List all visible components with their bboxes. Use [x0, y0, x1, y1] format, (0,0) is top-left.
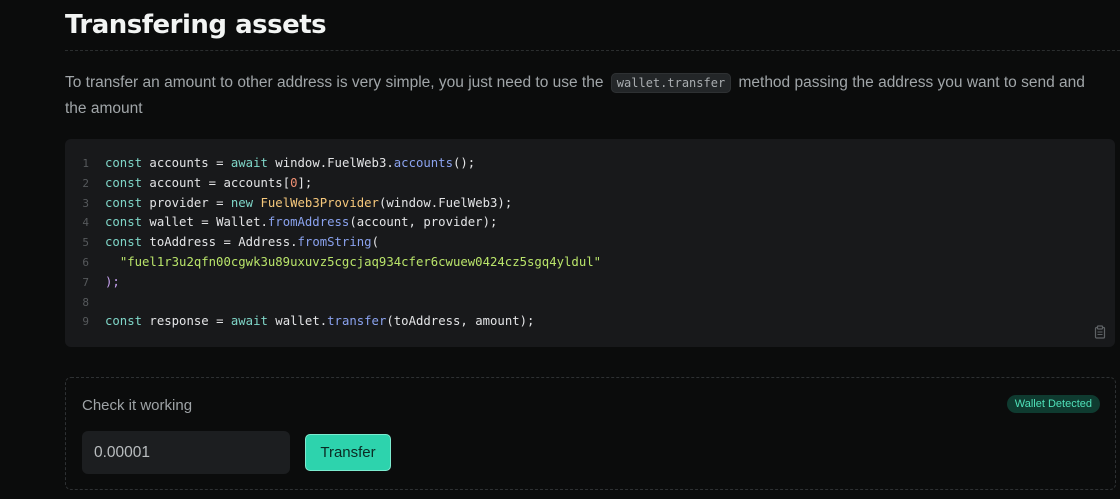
code-token: wallet.: [267, 314, 328, 329]
code-token: const: [105, 156, 143, 170]
code-token: 0: [290, 175, 298, 190]
code-token: provider =: [142, 195, 231, 210]
code-line: 7);: [65, 273, 601, 293]
code-lines: 1 const accounts = await window.FuelWeb3.…: [65, 154, 601, 332]
line-number: 9: [82, 315, 89, 329]
line-number: 4: [82, 216, 89, 230]
demo-panel: Check it working Wallet Detected Transfe…: [65, 377, 1116, 490]
code-token: response =: [142, 314, 231, 329]
demo-title: Check it working: [82, 397, 193, 414]
code-line: 4 const wallet = Wallet.fromAddress(accou…: [65, 213, 601, 233]
code-token: FuelWeb3Provider: [260, 195, 379, 210]
intro-text-before: To transfer an amount to other address i…: [65, 74, 608, 91]
code-line: 2 const account = accounts[0];: [65, 174, 601, 194]
inline-code: wallet.transfer: [610, 73, 732, 93]
code-token: (: [371, 235, 379, 250]
code-token: const: [105, 235, 143, 250]
line-number: 2: [82, 176, 89, 190]
code-token: accounts: [393, 156, 453, 170]
code-token: account = accounts[: [142, 175, 291, 190]
code-token: const: [105, 195, 143, 210]
code-token: (account, provider);: [349, 215, 498, 230]
code-line: 1 const accounts = await window.FuelWeb3.…: [65, 154, 601, 174]
heading-divider: [65, 50, 1120, 51]
code-token: window.FuelWeb3.: [267, 156, 394, 170]
code-token: new: [230, 195, 254, 210]
code-token: ];: [297, 175, 313, 190]
code-token: const: [105, 215, 143, 230]
intro-paragraph: To transfer an amount to other address i…: [65, 70, 1105, 121]
code-token: wallet = Wallet.: [142, 215, 268, 230]
line-number: 3: [82, 196, 89, 210]
code-token: await: [230, 156, 268, 170]
code-token: const: [105, 175, 143, 190]
code-token: transfer: [327, 314, 387, 329]
clipboard-icon[interactable]: [1093, 325, 1107, 339]
code-token: "fuel1r3u2qfn00cgwk3u89uxuvz5cgcjaq934cf…: [119, 254, 602, 269]
code-line: 5 const toAddress = Address.fromString(: [65, 233, 601, 253]
code-line: 6 "fuel1r3u2qfn00cgwk3u89uxuvz5cgcjaq934…: [65, 253, 601, 273]
code-token: ();: [453, 156, 476, 170]
code-token: await: [230, 314, 268, 329]
amount-input[interactable]: [82, 431, 290, 474]
code-token: (window.FuelWeb3);: [378, 195, 513, 210]
code-token: fromAddress: [267, 215, 350, 230]
docs-page: Transfering assets To transfer an amount…: [0, 0, 1120, 499]
code-token: );: [105, 274, 120, 289]
code-line: 8: [65, 293, 601, 313]
wallet-status-badge: Wallet Detected: [1006, 395, 1100, 413]
code-token: (toAddress, amount);: [386, 314, 535, 329]
code-line: 3 const provider = new FuelWeb3Provider(w…: [65, 194, 601, 214]
section-heading: Transfering assets: [65, 10, 327, 40]
code-block: 1 const accounts = await window.FuelWeb3.…: [65, 139, 1115, 347]
line-number: 1: [82, 157, 89, 170]
line-number: 6: [82, 255, 89, 269]
line-number: 8: [82, 295, 89, 309]
line-number: 5: [82, 236, 89, 250]
code-token: accounts =: [142, 156, 231, 170]
line-number: 7: [82, 275, 89, 289]
code-token: const: [105, 314, 143, 329]
code-token: fromString: [297, 235, 372, 250]
code-line: 9 const response = await wallet.transfer(…: [65, 312, 601, 332]
transfer-button[interactable]: Transfer: [305, 434, 391, 471]
code-token: toAddress = Address.: [142, 235, 298, 250]
